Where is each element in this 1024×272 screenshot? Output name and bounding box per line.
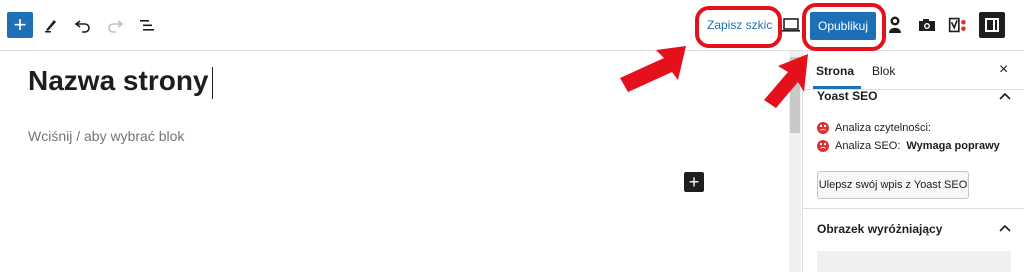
tab-blok[interactable]: Blok: [872, 64, 895, 78]
annotation-arrow-publish: [764, 54, 808, 108]
close-icon[interactable]: ×: [999, 61, 1008, 79]
add-block-button[interactable]: +: [7, 12, 33, 38]
yoast-button[interactable]: [946, 14, 968, 36]
pencil-icon: [45, 20, 56, 33]
desktop-preview-icon: [782, 18, 800, 32]
highlight-ring-save-draft: [695, 6, 782, 48]
featured-image-panel-title[interactable]: Obrazek wyróżniający: [817, 222, 942, 236]
camera-button[interactable]: [916, 14, 938, 36]
list-view-button[interactable]: [136, 14, 158, 36]
sad-face-icon: [817, 122, 829, 134]
plus-icon: +: [688, 172, 700, 192]
seo-label: Analiza SEO:: [835, 140, 901, 152]
readability-label: Analiza czytelności:: [835, 122, 931, 134]
text-caret: [212, 67, 213, 99]
sad-face-icon: [817, 140, 829, 152]
yoast-panel-title[interactable]: Yoast SEO: [817, 89, 877, 103]
user-badge-icon: [889, 16, 901, 33]
chevron-up-icon[interactable]: [999, 223, 1011, 233]
inline-add-block-button[interactable]: +: [684, 172, 704, 192]
improve-with-yoast-button[interactable]: Ulepsz swój wpis z Yoast SEO: [817, 171, 969, 199]
undo-icon: [74, 20, 90, 33]
annotation-arrow-save-draft: [620, 46, 686, 92]
seo-status: Wymaga poprawy: [906, 140, 1000, 152]
sidebar-toggle-button[interactable]: [979, 12, 1005, 38]
sidebar-tabs: Strona Blok ×: [803, 51, 1024, 90]
page-title[interactable]: Nazwa strony: [28, 65, 209, 97]
seo-analysis: Analiza SEO: Wymaga poprawy: [817, 140, 1000, 152]
list-view-icon: [140, 20, 154, 31]
redo-icon: [108, 20, 124, 33]
plus-icon: +: [13, 12, 27, 37]
edit-tool-button[interactable]: [40, 14, 62, 36]
highlight-ring-publish: [802, 3, 886, 51]
user-badge-button[interactable]: [884, 14, 906, 36]
panel-divider: [803, 208, 1024, 209]
settings-sidebar: Strona Blok × Yoast SEO Analiza czytelno…: [802, 51, 1024, 272]
redo-button[interactable]: [104, 14, 126, 36]
camera-icon: [919, 19, 935, 31]
featured-image-placeholder[interactable]: [817, 251, 1011, 272]
chevron-up-icon[interactable]: [999, 91, 1011, 101]
block-placeholder[interactable]: Wciśnij / aby wybrać blok: [28, 128, 184, 144]
readability-analysis: Analiza czytelności:: [817, 122, 931, 134]
improve-button-label: Ulepsz swój wpis z Yoast SEO: [818, 179, 968, 191]
preview-button[interactable]: [780, 14, 802, 36]
sidebar-toggle-icon: [985, 18, 999, 32]
yoast-icon: [948, 17, 966, 33]
undo-button[interactable]: [72, 14, 94, 36]
